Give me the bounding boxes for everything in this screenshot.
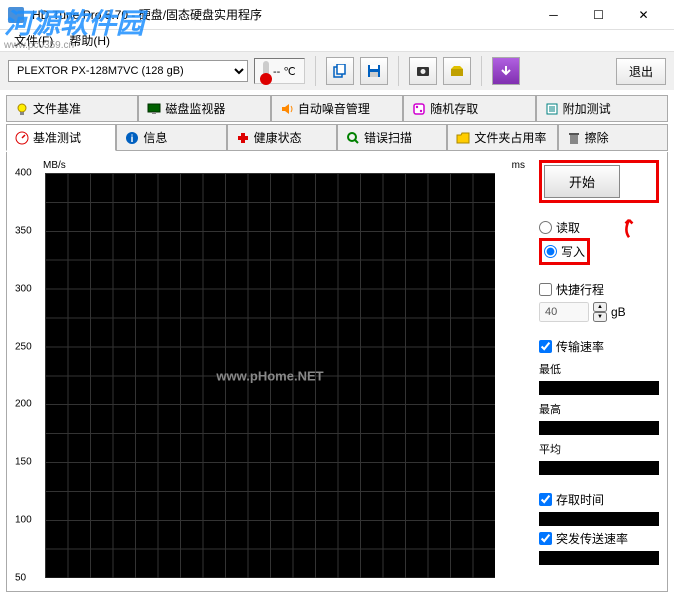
tab-health[interactable]: 健康状态 <box>227 124 337 151</box>
screenshot-button[interactable] <box>409 57 437 85</box>
bulb-icon <box>15 102 29 116</box>
speaker-icon <box>280 102 294 116</box>
burst-rate-label: 突发传送速率 <box>556 530 628 547</box>
x-axis-unit: ms <box>512 160 525 171</box>
gauge-icon <box>15 131 29 145</box>
info-icon: i <box>125 131 139 145</box>
folder-icon <box>456 131 470 145</box>
tab-random-access[interactable]: 随机存取 <box>403 95 535 122</box>
write-radio[interactable] <box>544 245 557 258</box>
exit-button[interactable]: 退出 <box>616 58 666 85</box>
tab-file-benchmark[interactable]: 文件基准 <box>6 95 138 122</box>
dice-icon <box>412 102 426 116</box>
transfer-rate-row: 传输速率 <box>539 338 659 355</box>
short-stroke-row: 快捷行程 <box>539 281 659 298</box>
start-button[interactable]: 开始 <box>544 165 620 198</box>
maximize-button[interactable]: ☐ <box>576 1 621 29</box>
tab-error-scan[interactable]: 错误扫描 <box>337 124 447 151</box>
stroke-size-input[interactable] <box>539 302 589 322</box>
settings-button[interactable] <box>443 57 471 85</box>
read-radio-row: 读取 <box>539 219 659 236</box>
burst-rate-checkbox[interactable] <box>539 532 552 545</box>
max-value <box>539 421 659 435</box>
menu-help[interactable]: 帮助(H) <box>61 29 118 52</box>
toolbar-divider <box>398 56 399 86</box>
read-label: 读取 <box>556 219 580 236</box>
thermometer-icon <box>263 61 269 81</box>
toolbar: PLEXTOR PX-128M7VC (128 gB) -- ℃ 退出 <box>0 52 674 90</box>
search-icon <box>346 131 360 145</box>
temperature-value: -- ℃ <box>273 65 296 78</box>
trash-icon <box>567 131 581 145</box>
arrow-annotation-icon <box>619 213 639 239</box>
temperature-display: -- ℃ <box>254 58 305 84</box>
access-time-value <box>539 512 659 526</box>
write-radio-row: 写入 <box>544 243 585 260</box>
tab-folder-usage[interactable]: 文件夹占用率 <box>447 124 557 151</box>
benchmark-chart: 400 350 300 250 200 150 100 50 www.pHome… <box>15 173 495 578</box>
drive-select[interactable]: PLEXTOR PX-128M7VC (128 gB) <box>8 60 248 82</box>
tab-aam[interactable]: 自动噪音管理 <box>271 95 403 122</box>
monitor-icon <box>147 102 161 116</box>
toolbar-divider <box>481 56 482 86</box>
burst-rate-value <box>539 551 659 565</box>
tab-info[interactable]: i信息 <box>116 124 226 151</box>
action-button[interactable] <box>492 57 520 85</box>
app-icon <box>8 7 24 23</box>
burst-rate-row: 突发传送速率 <box>539 530 659 547</box>
health-icon <box>236 131 250 145</box>
menubar: 文件(F) 帮助(H) <box>0 30 674 52</box>
tab-row-2: 基准测试 i信息 健康状态 错误扫描 文件夹占用率 擦除 <box>6 123 668 150</box>
window-title: HD Tune Pro 5.70 - 硬盘/固态硬盘实用程序 <box>32 6 531 23</box>
side-panel: 开始 读取 写入 快捷行程 ▲ ▼ <box>539 160 659 583</box>
transfer-rate-label: 传输速率 <box>556 338 604 355</box>
tab-row-1: 文件基准 磁盘监视器 自动噪音管理 随机存取 附加测试 <box>6 94 668 121</box>
short-stroke-label: 快捷行程 <box>556 281 604 298</box>
chart-area: MB/s ms 400 350 300 250 200 150 100 50 w… <box>15 160 529 583</box>
max-label: 最高 <box>539 401 659 417</box>
minimize-button[interactable]: ─ <box>531 1 576 29</box>
titlebar: HD Tune Pro 5.70 - 硬盘/固态硬盘实用程序 ─ ☐ ✕ <box>0 0 674 30</box>
menu-file[interactable]: 文件(F) <box>6 29 61 52</box>
highlight-start: 开始 <box>539 160 659 203</box>
write-label: 写入 <box>561 243 585 260</box>
min-value <box>539 381 659 395</box>
short-stroke-checkbox[interactable] <box>539 283 552 296</box>
tab-benchmark[interactable]: 基准测试 <box>6 124 116 151</box>
access-time-row: 存取时间 <box>539 491 659 508</box>
stroke-unit: gB <box>611 305 626 319</box>
svg-text:i: i <box>131 134 134 145</box>
toolbar-divider <box>315 56 316 86</box>
access-time-checkbox[interactable] <box>539 493 552 506</box>
tab-disk-monitor[interactable]: 磁盘监视器 <box>138 95 270 122</box>
stroke-size-row: ▲ ▼ gB <box>539 302 659 322</box>
highlight-write: 写入 <box>539 238 590 265</box>
access-time-label: 存取时间 <box>556 491 604 508</box>
spin-up-button[interactable]: ▲ <box>593 302 607 312</box>
list-icon <box>545 102 559 116</box>
spin-down-button[interactable]: ▼ <box>593 312 607 322</box>
tab-extra-tests[interactable]: 附加测试 <box>536 95 668 122</box>
y-axis-unit: MB/s <box>43 160 66 171</box>
transfer-rate-checkbox[interactable] <box>539 340 552 353</box>
avg-value <box>539 461 659 475</box>
min-label: 最低 <box>539 361 659 377</box>
tab-erase[interactable]: 擦除 <box>558 124 668 151</box>
avg-label: 平均 <box>539 441 659 457</box>
main-content: MB/s ms 400 350 300 250 200 150 100 50 w… <box>6 152 668 592</box>
chart-grid: www.pHome.NET <box>45 173 495 578</box>
read-radio[interactable] <box>539 221 552 234</box>
save-button[interactable] <box>360 57 388 85</box>
copy-button[interactable] <box>326 57 354 85</box>
close-button[interactable]: ✕ <box>621 1 666 29</box>
